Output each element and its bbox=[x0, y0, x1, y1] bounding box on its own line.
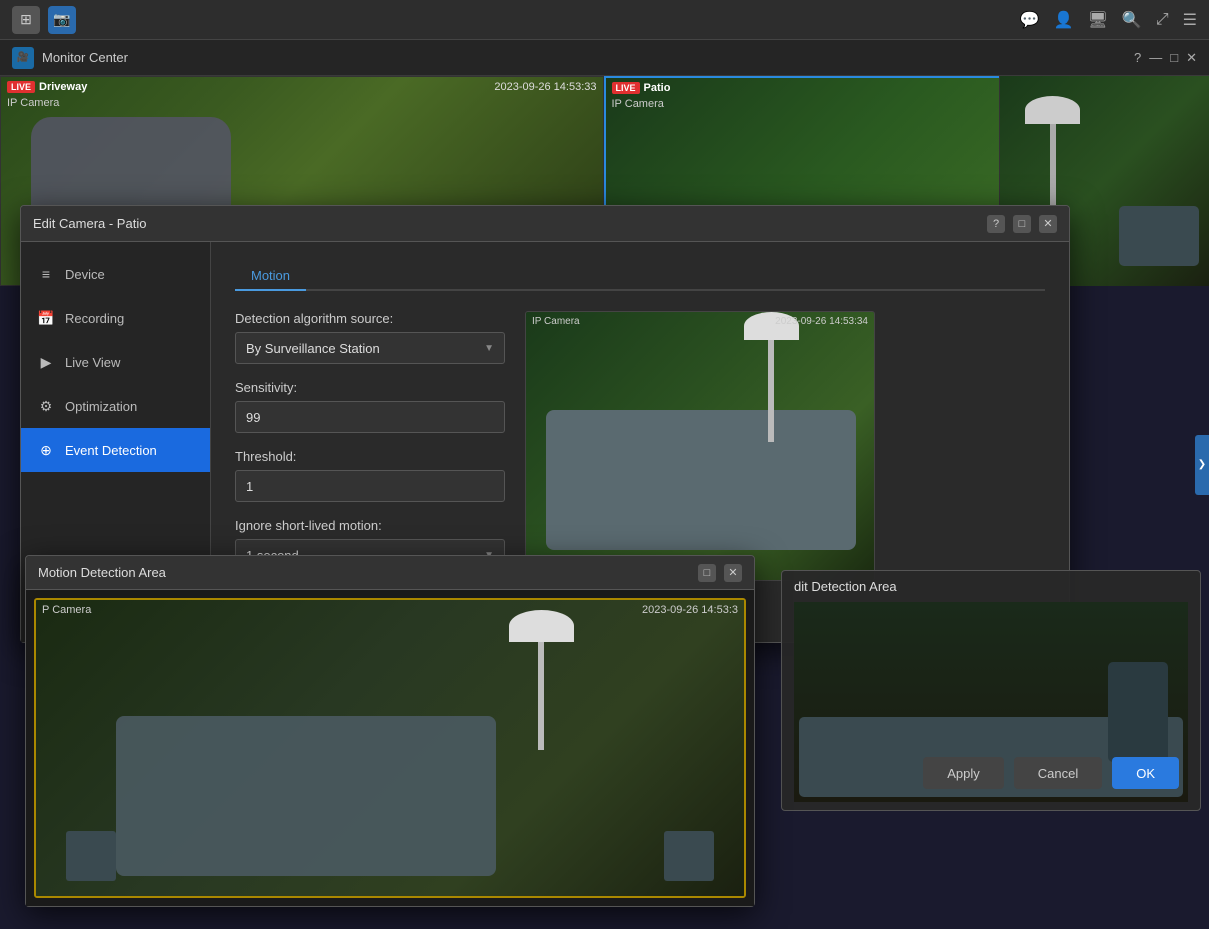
preview-label: IP Camera bbox=[532, 316, 580, 327]
mda-maximize-btn[interactable]: □ bbox=[698, 564, 716, 582]
device-icon: ≡ bbox=[37, 266, 55, 282]
camera-scroll-btn[interactable]: ❯ bbox=[1195, 435, 1209, 495]
edit-detection-title: dit Detection Area bbox=[794, 579, 897, 594]
threshold-input[interactable]: 1 bbox=[235, 470, 505, 502]
driveway-live-badge: LIVE bbox=[7, 81, 35, 93]
ignore-motion-label: Ignore short-lived motion: bbox=[235, 518, 505, 533]
sidebar-item-optimization[interactable]: ⚙ Optimization bbox=[21, 384, 210, 428]
mda-controls: □ ✕ bbox=[698, 564, 742, 582]
mda-titlebar: Motion Detection Area □ ✕ bbox=[26, 556, 754, 590]
chat-icon[interactable]: 💬 bbox=[1020, 10, 1040, 30]
top-bar-left: ⊞ 📷 bbox=[12, 6, 76, 34]
action-buttons: Apply Cancel OK bbox=[923, 757, 1179, 789]
fullscreen-icon[interactable]: ⤢ bbox=[1156, 11, 1169, 29]
edit-dialog-help[interactable]: ? bbox=[987, 215, 1005, 233]
camera-icon[interactable]: 📷 bbox=[48, 6, 76, 34]
mda-body: P Camera 2023-09-26 14:53:3 bbox=[26, 590, 754, 906]
edit-dialog-title: Edit Camera - Patio bbox=[33, 216, 146, 231]
mda-cam-timestamp: 2023-09-26 14:53:3 bbox=[642, 604, 738, 616]
sensitivity-row: Sensitivity: 99 bbox=[235, 380, 505, 433]
sidebar-item-device[interactable]: ≡ Device bbox=[21, 252, 210, 296]
patio-live-badge: LIVE bbox=[612, 82, 640, 94]
sidebar-item-liveview[interactable]: ▶ Live View bbox=[21, 340, 210, 384]
eventdetection-icon: ⊕ bbox=[37, 442, 55, 459]
edit-dialog-controls: ? □ ✕ bbox=[987, 215, 1057, 233]
motion-form: Detection algorithm source: By Surveilla… bbox=[235, 311, 505, 587]
mda-title: Motion Detection Area bbox=[38, 565, 166, 580]
sensitivity-label: Sensitivity: bbox=[235, 380, 505, 395]
tab-motion[interactable]: Motion bbox=[235, 262, 306, 291]
mda-camera-view: P Camera 2023-09-26 14:53:3 bbox=[34, 598, 746, 898]
monitor-icon[interactable]: 🖥 bbox=[1088, 10, 1108, 30]
edit-dialog-close[interactable]: ✕ bbox=[1039, 215, 1057, 233]
sensitivity-input[interactable]: 99 bbox=[235, 401, 505, 433]
monitor-bar: 🎥 Monitor Center ? — □ ✕ bbox=[0, 40, 1209, 76]
patio-type: IP Camera bbox=[612, 98, 664, 110]
monitor-bar-left: 🎥 Monitor Center bbox=[12, 47, 128, 69]
menu-icon[interactable]: ☰ bbox=[1183, 10, 1197, 30]
sidebar-item-eventdetection[interactable]: ⊕ Event Detection bbox=[21, 428, 210, 472]
cancel-button[interactable]: Cancel bbox=[1014, 757, 1102, 789]
ok-button[interactable]: OK bbox=[1112, 757, 1179, 789]
user-icon[interactable]: 👤 bbox=[1054, 10, 1074, 30]
edit-dialog-titlebar: Edit Camera - Patio ? □ ✕ bbox=[21, 206, 1069, 242]
optimization-icon: ⚙ bbox=[37, 398, 55, 415]
monitor-maximize[interactable]: □ bbox=[1170, 50, 1178, 65]
top-bar: ⊞ 📷 💬 👤 🖥 🔍 ⤢ ☰ bbox=[0, 0, 1209, 40]
grid-icon[interactable]: ⊞ bbox=[12, 6, 40, 34]
preview-timestamp: 2023-09-26 14:53:34 bbox=[775, 316, 868, 327]
select-arrow-icon: ▼ bbox=[484, 343, 494, 354]
monitor-center-title: Monitor Center bbox=[42, 50, 128, 65]
motion-detection-area-dialog: Motion Detection Area □ ✕ P Camera 2023-… bbox=[25, 555, 755, 907]
detection-algorithm-select[interactable]: By Surveillance Station ▼ bbox=[235, 332, 505, 364]
sidebar-item-recording[interactable]: 📅 Recording bbox=[21, 296, 210, 340]
liveview-icon: ▶ bbox=[37, 354, 55, 371]
monitor-bar-right: ? — □ ✕ bbox=[1134, 50, 1197, 66]
monitor-help[interactable]: ? bbox=[1134, 50, 1141, 65]
camera-preview: IP Camera 2023-09-26 14:53:34 bbox=[525, 311, 875, 581]
threshold-row: Threshold: 1 bbox=[235, 449, 505, 502]
apply-button[interactable]: Apply bbox=[923, 757, 1004, 789]
detection-algorithm-row: Detection algorithm source: By Surveilla… bbox=[235, 311, 505, 364]
edit-dialog-maximize[interactable]: □ bbox=[1013, 215, 1031, 233]
top-bar-right: 💬 👤 🖥 🔍 ⤢ ☰ bbox=[1020, 10, 1197, 30]
recording-icon: 📅 bbox=[37, 310, 55, 327]
detection-algorithm-label: Detection algorithm source: bbox=[235, 311, 505, 326]
mda-close-btn[interactable]: ✕ bbox=[724, 564, 742, 582]
patio-label: LIVE Patio bbox=[612, 82, 671, 94]
mda-cam-label: P Camera bbox=[42, 604, 91, 616]
form-and-preview: Detection algorithm source: By Surveilla… bbox=[235, 311, 1045, 587]
monitor-minimize[interactable]: — bbox=[1149, 50, 1162, 65]
driveway-timestamp: 2023-09-26 14:53:33 bbox=[494, 81, 596, 93]
monitor-center-icon: 🎥 bbox=[12, 47, 34, 69]
monitor-close[interactable]: ✕ bbox=[1186, 50, 1197, 66]
driveway-label: LIVE Driveway bbox=[7, 81, 87, 93]
driveway-type: IP Camera bbox=[7, 97, 59, 109]
tab-bar: Motion bbox=[235, 262, 1045, 291]
search-icon[interactable]: 🔍 bbox=[1122, 10, 1142, 30]
threshold-label: Threshold: bbox=[235, 449, 505, 464]
